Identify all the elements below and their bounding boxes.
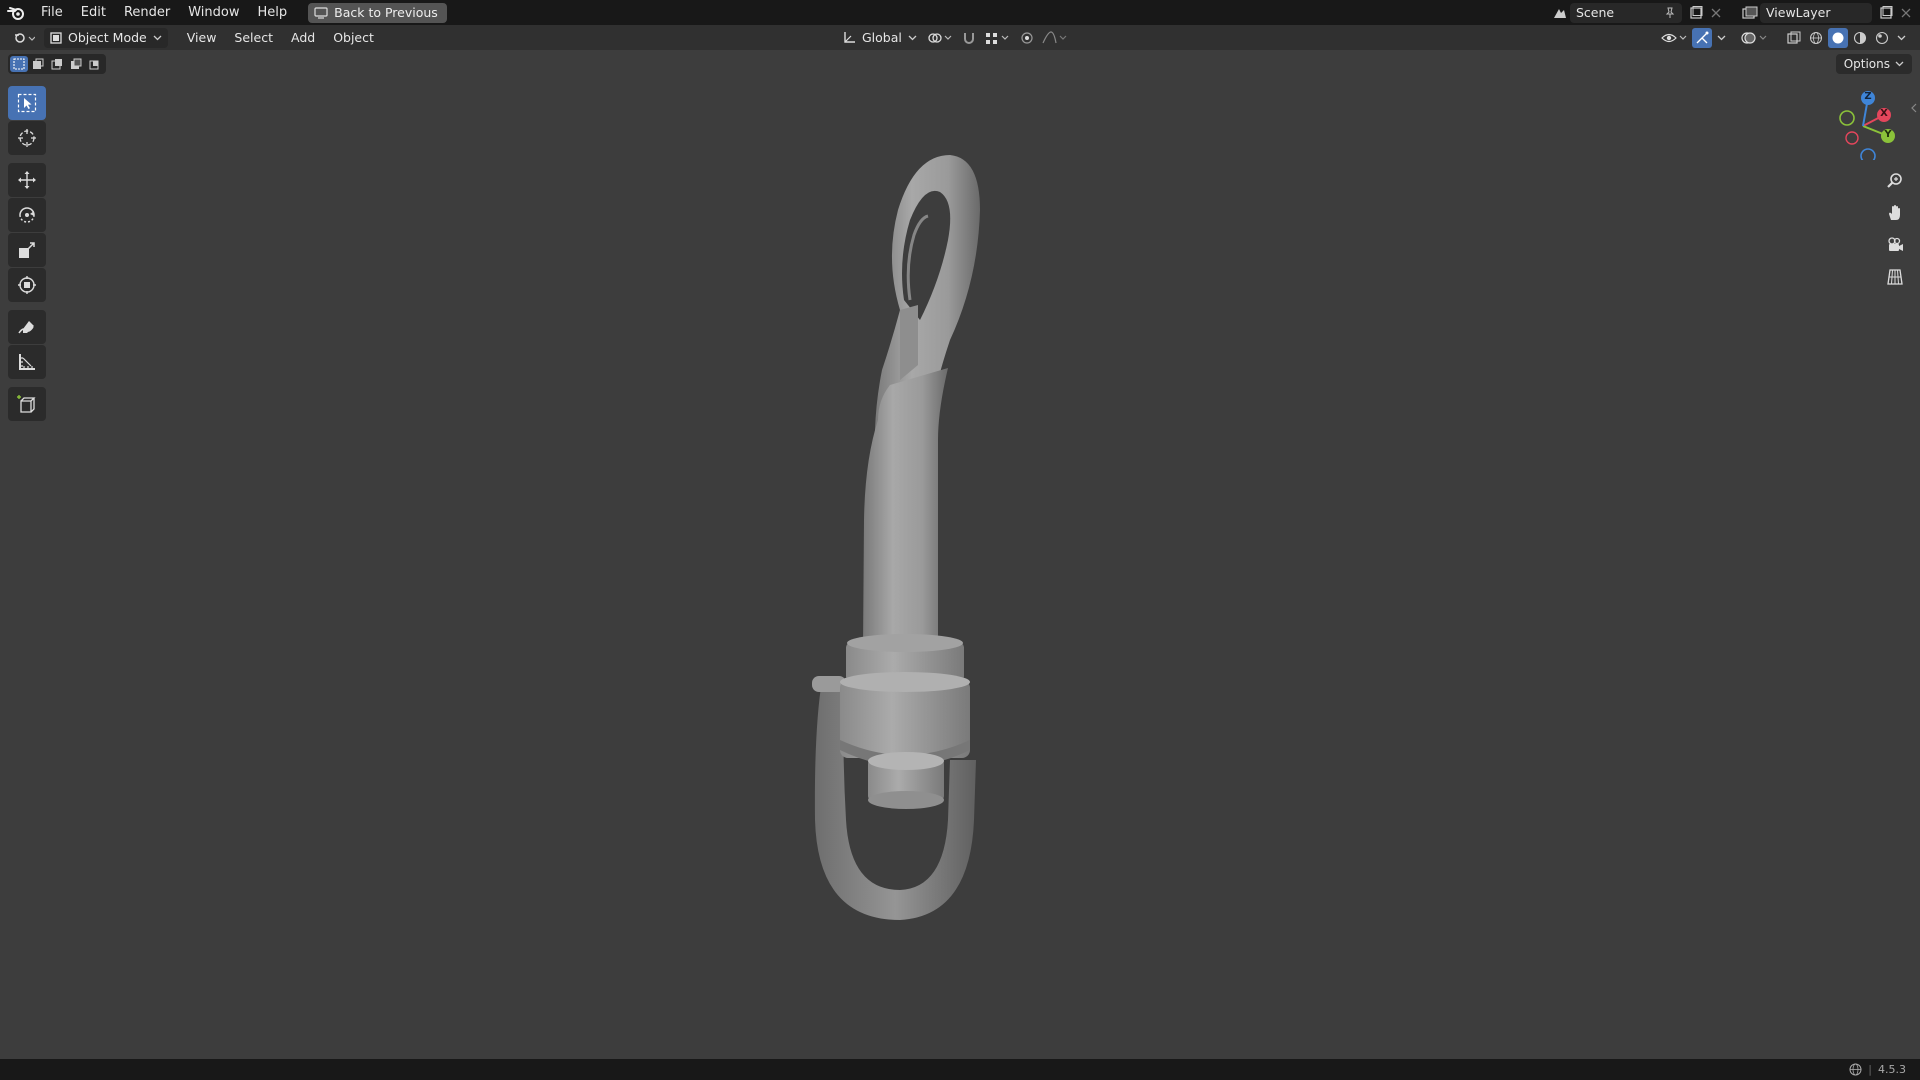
scene-type-icon[interactable] bbox=[1550, 3, 1570, 23]
menu-add[interactable]: Add bbox=[282, 30, 324, 45]
tool-scale[interactable] bbox=[8, 233, 46, 267]
chevron-down-icon bbox=[1895, 61, 1904, 67]
shading-rendered-icon[interactable] bbox=[1872, 28, 1892, 48]
measure-icon bbox=[19, 354, 35, 370]
tool-annotate[interactable] bbox=[8, 310, 46, 344]
move-icon bbox=[18, 171, 36, 189]
transform-orientation-dropdown[interactable]: Global bbox=[838, 28, 921, 48]
select-invert-icon[interactable] bbox=[67, 56, 85, 72]
tool-measure[interactable] bbox=[8, 345, 46, 379]
perspective-grid-icon[interactable] bbox=[1882, 264, 1908, 290]
navigation-buttons bbox=[1882, 168, 1908, 290]
delete-view-layer-icon[interactable] bbox=[1896, 3, 1916, 23]
tool-rotate[interactable] bbox=[8, 198, 46, 232]
orientation-label: Global bbox=[862, 30, 902, 45]
screen-icon bbox=[314, 6, 328, 19]
rotate-icon bbox=[19, 207, 35, 223]
editor-type-icon[interactable] bbox=[10, 28, 38, 48]
select-intersect-icon[interactable] bbox=[86, 56, 104, 72]
shading-wireframe-icon[interactable] bbox=[1806, 28, 1826, 48]
options-dropdown[interactable]: Options bbox=[1835, 54, 1912, 74]
delete-scene-icon[interactable] bbox=[1706, 3, 1726, 23]
3d-cursor-icon bbox=[18, 129, 36, 147]
navigation-gizmo[interactable]: Z X Y bbox=[1828, 90, 1898, 164]
falloff-icon[interactable] bbox=[1041, 28, 1069, 48]
tool-add-cube[interactable] bbox=[8, 387, 46, 421]
view-layer-name: ViewLayer bbox=[1766, 5, 1831, 20]
scale-icon bbox=[19, 242, 35, 258]
pan-hand-icon[interactable] bbox=[1882, 200, 1908, 226]
back-to-previous-button[interactable]: Back to Previous bbox=[308, 2, 447, 23]
menu-object[interactable]: Object bbox=[324, 30, 383, 45]
menu-render[interactable]: Render bbox=[115, 0, 179, 25]
tool-select-box[interactable] bbox=[8, 86, 46, 120]
options-label: Options bbox=[1843, 57, 1890, 71]
status-bar: | 4.5.3 bbox=[0, 1059, 1920, 1080]
top-bar: File Edit Render Window Help Back to Pre… bbox=[0, 0, 1920, 25]
version-label: 4.5.3 bbox=[1878, 1063, 1906, 1076]
shading-dropdown-icon[interactable] bbox=[1894, 28, 1908, 48]
select-box-icon bbox=[17, 93, 37, 113]
gizmo-y-label: Y bbox=[1884, 129, 1892, 140]
tool-move[interactable] bbox=[8, 163, 46, 197]
scene-name: Scene bbox=[1576, 5, 1615, 20]
menu-file[interactable]: File bbox=[32, 0, 72, 25]
view-layer-type-icon[interactable] bbox=[1740, 3, 1760, 23]
shading-material-icon[interactable] bbox=[1850, 28, 1870, 48]
zoom-icon[interactable] bbox=[1882, 168, 1908, 194]
orientation-axes-icon bbox=[844, 31, 855, 43]
xray-toggle-icon[interactable] bbox=[1784, 28, 1804, 48]
network-icon[interactable] bbox=[1849, 1063, 1862, 1076]
pivot-point-icon[interactable] bbox=[925, 28, 955, 48]
snap-hook-model[interactable] bbox=[780, 100, 1080, 1000]
gizmo-dropdown-icon[interactable] bbox=[1714, 28, 1728, 48]
add-cube-icon bbox=[17, 395, 36, 413]
proportional-edit-icon[interactable] bbox=[1017, 28, 1037, 48]
overlays-icon[interactable] bbox=[1740, 28, 1770, 48]
viewport-header: Object Mode View Select Add Object Globa… bbox=[0, 25, 1920, 50]
tool-shelf bbox=[8, 86, 46, 421]
chevron-down-icon bbox=[153, 35, 162, 40]
new-scene-icon[interactable] bbox=[1686, 3, 1706, 23]
chevron-down-icon bbox=[908, 35, 917, 40]
scene-field[interactable]: Scene bbox=[1570, 2, 1682, 23]
gizmo-z-label: Z bbox=[1864, 91, 1872, 102]
selection-modes bbox=[8, 54, 106, 74]
select-extend-icon[interactable] bbox=[29, 56, 47, 72]
object-mode-icon bbox=[50, 31, 62, 44]
pin-icon[interactable] bbox=[1664, 7, 1676, 19]
select-subtract-icon[interactable] bbox=[48, 56, 66, 72]
sidebar-expand-icon[interactable] bbox=[1910, 102, 1918, 118]
view-layer-field[interactable]: ViewLayer bbox=[1760, 2, 1872, 23]
new-view-layer-icon[interactable] bbox=[1876, 3, 1896, 23]
menu-view[interactable]: View bbox=[178, 30, 226, 45]
object-mode-label: Object Mode bbox=[68, 30, 147, 45]
menu-edit[interactable]: Edit bbox=[72, 0, 115, 25]
snap-target-icon[interactable] bbox=[983, 28, 1013, 48]
transform-icon bbox=[18, 276, 36, 294]
camera-view-icon[interactable] bbox=[1882, 232, 1908, 258]
menu-window[interactable]: Window bbox=[179, 0, 248, 25]
3d-viewport[interactable]: Options Z X Y bbox=[0, 50, 1920, 1059]
visibility-icon[interactable] bbox=[1660, 28, 1690, 48]
select-new-icon[interactable] bbox=[10, 56, 28, 72]
gizmo-toggle-icon[interactable] bbox=[1692, 27, 1712, 48]
blender-logo-icon[interactable] bbox=[0, 0, 32, 25]
back-to-previous-label: Back to Previous bbox=[334, 5, 438, 20]
gizmo-x-label: X bbox=[1880, 108, 1888, 119]
menu-select[interactable]: Select bbox=[225, 30, 282, 45]
annotate-icon bbox=[18, 321, 34, 334]
menu-help[interactable]: Help bbox=[249, 0, 297, 25]
topbar-right: Scene ViewLayer bbox=[1550, 0, 1920, 25]
shading-solid-icon[interactable] bbox=[1828, 27, 1848, 48]
tool-transform[interactable] bbox=[8, 268, 46, 302]
object-mode-dropdown[interactable]: Object Mode bbox=[44, 27, 168, 48]
snap-toggle-icon[interactable] bbox=[959, 28, 979, 48]
right-tools bbox=[1660, 25, 1908, 50]
tool-cursor[interactable] bbox=[8, 121, 46, 155]
center-tools: Global bbox=[838, 25, 1069, 50]
